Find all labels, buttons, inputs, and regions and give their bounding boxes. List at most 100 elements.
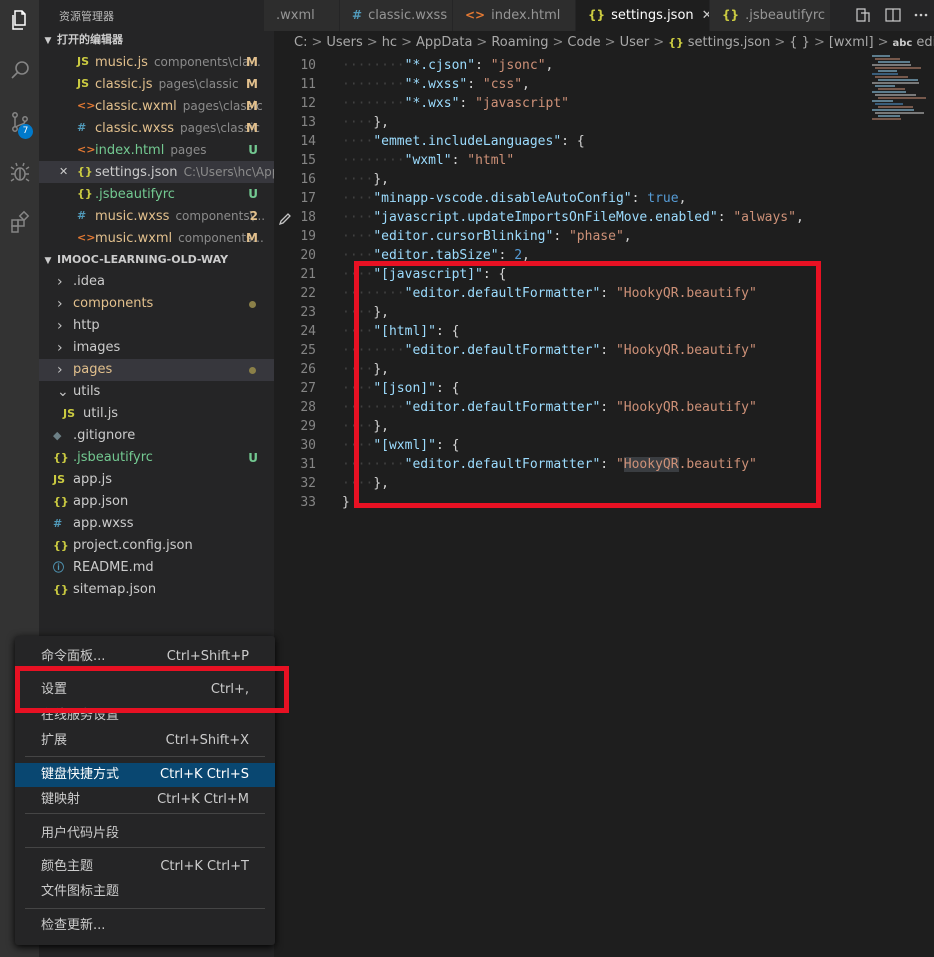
code-line[interactable]: ········"*.wxs": "javascript" <box>342 96 569 111</box>
breadcrumb-item[interactable]: settings.json <box>688 35 771 50</box>
tree-item[interactable]: {} sitemap.json <box>39 579 274 601</box>
open-editor-name: music.wxss <box>95 209 170 224</box>
menu-item[interactable]: 检查更新... <box>15 914 275 938</box>
line-number: 31 <box>300 457 316 472</box>
chevron-right-icon: › <box>57 362 63 378</box>
menu-item-label: 颜色主题 <box>41 859 94 874</box>
chevron-right-icon: › <box>57 340 63 356</box>
open-editor-item[interactable]: {} .jsbeautifyrc U <box>39 183 274 205</box>
open-editors-header[interactable]: ▼ 打开的编辑器 <box>39 29 274 51</box>
minimap-line <box>875 76 908 78</box>
breadcrumb-item[interactable]: Users <box>326 35 362 50</box>
tab-classic-wxss[interactable]: # classic.wxss <box>340 0 453 31</box>
tab-index-html[interactable]: <> index.html <box>453 0 576 31</box>
open-editor-item[interactable]: ✕ {}settings.json C:\Users\hc\App... <box>39 161 274 183</box>
code-line[interactable]: ········"*.wxss": "css", <box>342 77 530 92</box>
open-editor-item[interactable]: JS classic.js pages\classic M <box>39 73 274 95</box>
open-editor-item[interactable]: JS music.js components\cla... M <box>39 51 274 73</box>
breadcrumb-item[interactable]: hc <box>382 35 397 50</box>
breadcrumb-item[interactable]: C: <box>294 35 307 50</box>
tab-label: classic.wxss <box>368 8 448 23</box>
close-icon[interactable]: ✕ <box>702 8 709 23</box>
tree-item[interactable]: › components <box>39 293 274 315</box>
menu-separator <box>25 908 265 909</box>
tree-item-name: project.config.json <box>73 538 193 553</box>
tree-item[interactable]: {} .jsbeautifyrc U <box>39 447 274 469</box>
tab-settings-json[interactable]: {} settings.json ✕ <box>576 0 710 31</box>
menu-item[interactable]: 扩展 Ctrl+Shift+X <box>15 729 275 753</box>
open-changes-icon[interactable] <box>854 6 872 24</box>
code-line[interactable]: ········"wxml": "html" <box>342 153 514 168</box>
search-icon[interactable] <box>0 50 39 90</box>
code-line[interactable]: } <box>342 495 350 510</box>
line-number: 12 <box>300 96 316 111</box>
tree-item[interactable]: › pages <box>39 359 274 381</box>
tree-item[interactable]: ◆ .gitignore <box>39 425 274 447</box>
more-actions-icon[interactable] <box>912 6 930 24</box>
minimap[interactable] <box>868 55 928 125</box>
breadcrumb-separator: > <box>311 35 323 50</box>
json-file-icon: {} <box>53 583 69 596</box>
sidebar-title: 资源管理器 <box>59 10 114 23</box>
tree-item[interactable]: JS app.js <box>39 469 274 491</box>
code-line[interactable]: ····}, <box>342 115 389 130</box>
breadcrumb-item[interactable]: User <box>620 35 650 50</box>
breadcrumb-separator: > <box>774 35 786 50</box>
split-editor-icon[interactable] <box>884 6 902 24</box>
extensions-icon[interactable] <box>0 202 39 242</box>
tree-item-name: utils <box>73 384 101 399</box>
edit-pencil-icon[interactable] <box>278 212 292 226</box>
menu-item[interactable]: 颜色主题 Ctrl+K Ctrl+T <box>15 855 275 879</box>
code-line[interactable]: ····"editor.cursorBlinking": "phase", <box>342 229 632 244</box>
close-icon[interactable]: ✕ <box>59 161 68 183</box>
explorer-icon[interactable] <box>0 0 39 40</box>
tree-item[interactable]: › images <box>39 337 274 359</box>
tab-jsbeautifyrc[interactable]: {} .jsbeautifyrc <box>710 0 831 31</box>
menu-item[interactable]: 用户代码片段 <box>15 822 275 846</box>
breadcrumb-item[interactable]: Code <box>567 35 600 50</box>
breadcrumb-item[interactable]: Roaming <box>491 35 548 50</box>
tree-item[interactable]: # app.wxss <box>39 513 274 535</box>
tree-item[interactable]: › http <box>39 315 274 337</box>
tree-item-name: pages <box>73 362 113 377</box>
breadcrumb-item[interactable]: [wxml] <box>829 35 874 50</box>
breadcrumb-item[interactable]: editor.defaultFormatter <box>916 35 934 50</box>
breadcrumb-item[interactable]: AppData <box>416 35 472 50</box>
tree-item[interactable]: {} project.config.json <box>39 535 274 557</box>
code-line[interactable]: ····"minapp-vscode.disableAutoConfig": t… <box>342 191 686 206</box>
minimap-line <box>878 61 910 63</box>
git-file-icon: ◆ <box>53 429 62 442</box>
breadcrumb: C: > Users > hc > AppData > Roaming > Code > User >{}… <box>274 31 934 55</box>
code-line[interactable]: ········"*.cjson": "jsonc", <box>342 58 553 73</box>
open-editor-path: pages\classic <box>158 77 239 91</box>
code-line[interactable]: ····"javascript.updateImportsOnFileMove.… <box>342 210 804 225</box>
open-editor-item[interactable]: <> index.html pages U <box>39 139 274 161</box>
tree-item[interactable]: ⌄ utils <box>39 381 274 403</box>
tab-wxml[interactable]: .wxml <box>264 0 340 31</box>
line-number: 19 <box>300 229 316 244</box>
open-editor-item[interactable]: <> classic.wxml pages\classic M <box>39 95 274 117</box>
chevron-right-icon: › <box>57 274 63 290</box>
tree-item[interactable]: {} app.json <box>39 491 274 513</box>
menu-item[interactable]: 键盘快捷方式 Ctrl+K Ctrl+S <box>15 763 275 787</box>
source-control-icon[interactable]: 7 <box>0 102 39 142</box>
modified-dot <box>249 301 256 308</box>
line-number: 20 <box>300 248 316 263</box>
tree-item[interactable]: JS util.js <box>39 403 274 425</box>
debug-icon[interactable] <box>0 152 39 192</box>
tree-item[interactable]: › .idea <box>39 271 274 293</box>
open-editor-item[interactable]: # music.wxss components\... 2 <box>39 205 274 227</box>
open-editor-path: pages <box>170 143 207 157</box>
wxss-file-icon: # <box>77 121 87 134</box>
open-editor-item[interactable]: <> music.wxml components... M <box>39 227 274 249</box>
breadcrumb-item[interactable]: { } <box>789 35 810 50</box>
scm-badge: 7 <box>18 124 33 139</box>
code-line[interactable]: ····"emmet.includeLanguages": { <box>342 134 585 149</box>
code-line[interactable]: ····}, <box>342 172 389 187</box>
menu-item[interactable]: 文件图标主题 <box>15 880 275 904</box>
tree-item[interactable]: ⓘ README.md <box>39 557 274 579</box>
menu-item[interactable]: 键映射 Ctrl+K Ctrl+M <box>15 788 275 812</box>
project-header[interactable]: ▼ IMOOC-LEARNING-OLD-WAY <box>39 249 274 271</box>
tree-item-name: http <box>73 318 100 333</box>
open-editor-item[interactable]: # classic.wxss pages\classic M <box>39 117 274 139</box>
